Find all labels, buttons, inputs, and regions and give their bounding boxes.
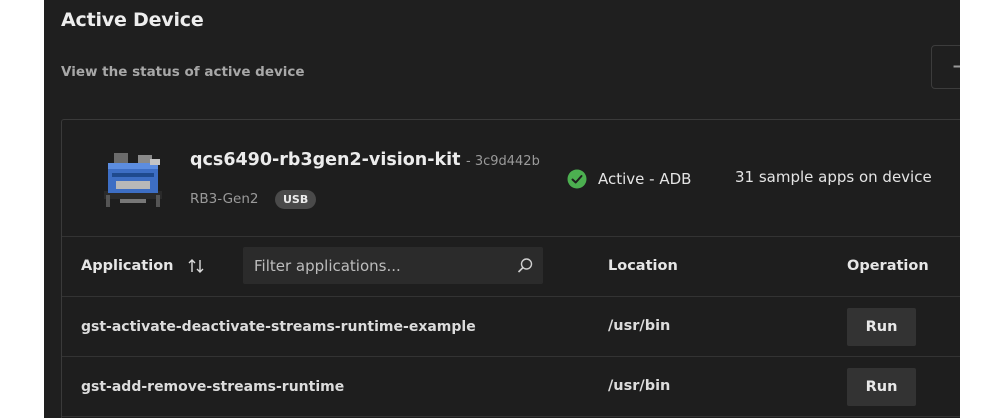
- run-button[interactable]: Run: [847, 308, 916, 346]
- run-button[interactable]: Run: [847, 368, 916, 406]
- device-name: qcs6490-rb3gen2-vision-kit: [190, 150, 461, 170]
- filter-box: [243, 247, 543, 284]
- device-id: - 3c9d442b: [466, 154, 540, 169]
- page-title: Active Device: [61, 9, 204, 31]
- add-device-button[interactable]: +: [931, 45, 960, 89]
- device-status: Active - ADB: [598, 170, 692, 188]
- column-header-location: Location: [608, 258, 678, 274]
- sample-app-count: 31 sample apps on device: [735, 168, 932, 186]
- table-header: Application Location Operation: [62, 237, 960, 297]
- table-row: gst-activate-deactivate-streams-runtime-…: [62, 297, 960, 357]
- device-model: RB3-Gen2: [190, 191, 259, 207]
- table-row: gst-add-remove-streams-runtime /usr/bin …: [62, 357, 960, 417]
- application-name: gst-add-remove-streams-runtime: [81, 379, 345, 395]
- column-header-operation: Operation: [847, 258, 929, 274]
- application-location: /usr/bin: [608, 378, 671, 394]
- device-board-icon: [104, 153, 162, 207]
- plus-icon: +: [951, 54, 960, 78]
- active-device-panel: Active Device View the status of active …: [44, 0, 960, 418]
- application-name: gst-activate-deactivate-streams-runtime-…: [81, 319, 476, 335]
- device-header: qcs6490-rb3gen2-vision-kit - 3c9d442b RB…: [62, 120, 960, 237]
- check-circle-icon: [567, 169, 587, 189]
- page-subtitle: View the status of active device: [61, 64, 305, 80]
- filter-applications-input[interactable]: [252, 253, 506, 279]
- connection-badge: USB: [275, 190, 317, 209]
- search-icon: [517, 258, 533, 273]
- column-header-application[interactable]: Application: [81, 258, 174, 274]
- device-card: qcs6490-rb3gen2-vision-kit - 3c9d442b RB…: [61, 119, 960, 418]
- sort-arrows-icon[interactable]: [188, 258, 204, 274]
- application-location: /usr/bin: [608, 318, 671, 334]
